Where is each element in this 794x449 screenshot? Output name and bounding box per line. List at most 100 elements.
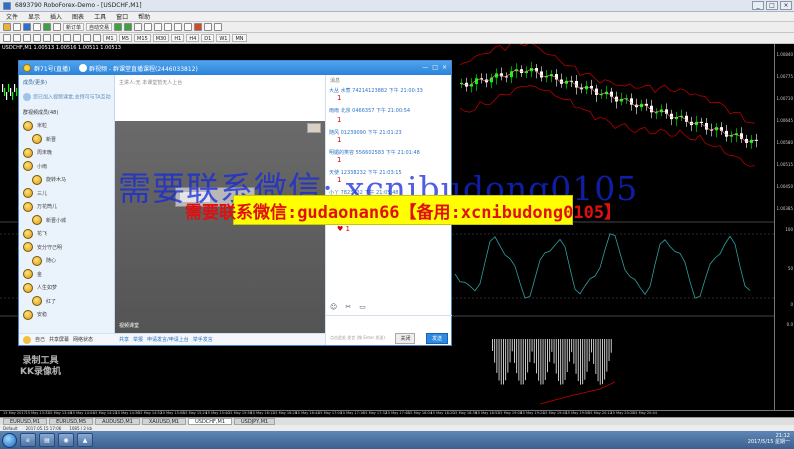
member-item[interactable]: 小雨 bbox=[23, 160, 113, 174]
menu-insert[interactable]: 插入 bbox=[50, 12, 62, 21]
member-item[interactable]: 花飞 bbox=[23, 227, 113, 241]
member-item[interactable]: 万花筒儿 bbox=[23, 200, 113, 214]
menu-charts[interactable]: 图表 bbox=[72, 12, 84, 21]
emoji-icon[interactable]: ☺ bbox=[330, 303, 337, 311]
member-item[interactable]: 红了 bbox=[23, 295, 113, 309]
indicators-icon[interactable] bbox=[194, 23, 203, 31]
message-meta[interactable]: 大丛 水煮 74214123882 下午 21:00:33 bbox=[329, 87, 449, 94]
menu-view[interactable]: 显示 bbox=[28, 12, 40, 21]
fibonacci-icon[interactable] bbox=[63, 34, 71, 42]
system-tray[interactable]: 21:12 2017/5/15 星期一 bbox=[748, 433, 790, 445]
periods-icon[interactable] bbox=[204, 23, 213, 31]
member-item[interactable]: 新晋小城 bbox=[23, 214, 113, 228]
qq-close-button[interactable]: × bbox=[442, 64, 447, 71]
chart-shift-icon[interactable] bbox=[184, 23, 193, 31]
chart-tab[interactable]: EURUSD,M1 bbox=[3, 418, 48, 425]
qq-minimize-button[interactable]: — bbox=[422, 64, 428, 71]
member-item[interactable]: 人生如梦 bbox=[23, 281, 113, 295]
period-m1[interactable]: M1 bbox=[103, 34, 117, 42]
member-item[interactable]: 三儿 bbox=[23, 187, 113, 201]
member-item[interactable]: 米粒 bbox=[23, 119, 113, 133]
member-panel-header[interactable]: 成员(更多) bbox=[23, 79, 47, 86]
start-button[interactable] bbox=[2, 432, 17, 448]
tile-icon[interactable] bbox=[164, 23, 173, 31]
bar-chart-icon[interactable] bbox=[114, 23, 123, 31]
chart-tab[interactable]: AUDUSD,M1 bbox=[95, 418, 140, 425]
trendline-icon[interactable] bbox=[43, 34, 51, 42]
horizontal-line-icon[interactable] bbox=[33, 34, 41, 42]
taskbar-qq-icon[interactable]: ◉ bbox=[58, 433, 74, 447]
qq-titlebar[interactable]: 群71号(直播) 群视频 - 群课堂直播课程(2446033812) — □ × bbox=[19, 61, 451, 75]
taskbar-ie-icon[interactable]: e bbox=[20, 433, 36, 447]
apply-speak-button[interactable]: 申请发言/申请上台 bbox=[147, 336, 189, 343]
period-mn[interactable]: MN bbox=[232, 34, 247, 42]
message-meta[interactable]: 随风 01239090 下午 21:01:23 bbox=[329, 129, 449, 136]
self-label[interactable]: 自己 bbox=[35, 336, 45, 343]
menu-file[interactable]: 文件 bbox=[6, 12, 18, 21]
qq-penguin-icon bbox=[23, 64, 31, 72]
menu-window[interactable]: 窗口 bbox=[116, 12, 128, 21]
member-item[interactable]: 金 bbox=[23, 268, 113, 282]
taskbar-folder-icon[interactable]: ▤ bbox=[39, 433, 55, 447]
crosshair-icon[interactable] bbox=[13, 34, 21, 42]
tester-icon[interactable] bbox=[53, 23, 61, 31]
menu-help[interactable]: 帮助 bbox=[138, 12, 150, 21]
channel-icon[interactable] bbox=[53, 34, 61, 42]
chat-input[interactable] bbox=[326, 315, 452, 329]
candle-chart-icon[interactable] bbox=[124, 23, 133, 31]
message-meta[interactable]: 雨雨 北京 0466357 下午 21:00:54 bbox=[329, 107, 449, 114]
qq-maximize-button[interactable]: □ bbox=[432, 64, 438, 71]
member-item[interactable]: 随心 bbox=[23, 254, 113, 268]
member-item[interactable]: 新晋 bbox=[23, 133, 113, 147]
new-chart-icon[interactable] bbox=[3, 23, 11, 31]
period-m5[interactable]: M5 bbox=[118, 34, 132, 42]
period-h1[interactable]: H1 bbox=[171, 34, 185, 42]
text-tool-icon[interactable] bbox=[73, 34, 81, 42]
cursor-icon[interactable] bbox=[3, 34, 11, 42]
vertical-line-icon[interactable] bbox=[23, 34, 31, 42]
chart-tab[interactable]: EURUSD,M5 bbox=[49, 418, 94, 425]
navigator-icon[interactable] bbox=[33, 23, 41, 31]
screenshot-icon[interactable]: ▭ bbox=[359, 303, 366, 311]
chat-close-button[interactable]: 关闭 bbox=[395, 332, 416, 344]
zoom-in-icon[interactable] bbox=[144, 23, 153, 31]
period-m15[interactable]: M15 bbox=[134, 34, 151, 42]
auto-trading-button[interactable]: 自动交易 bbox=[86, 23, 113, 31]
zoom-out-icon[interactable] bbox=[154, 23, 163, 31]
period-w1[interactable]: W1 bbox=[216, 34, 231, 42]
terminal-icon[interactable] bbox=[43, 23, 51, 31]
templates-icon[interactable] bbox=[214, 23, 223, 31]
raise-hand-button[interactable]: 举手发言 bbox=[193, 336, 213, 343]
market-watch-icon[interactable] bbox=[23, 23, 31, 31]
period-d1[interactable]: D1 bbox=[201, 34, 215, 42]
report-button[interactable]: 举报 bbox=[133, 336, 143, 343]
chart-tab-active[interactable]: USDCHF,M1 bbox=[188, 418, 233, 425]
member-item[interactable]: 周末晚 bbox=[23, 146, 113, 160]
scissors-icon[interactable]: ✂ bbox=[345, 303, 351, 311]
period-h4[interactable]: H4 bbox=[186, 34, 200, 42]
line-chart-icon[interactable] bbox=[134, 23, 143, 31]
minimize-button[interactable]: _ bbox=[752, 1, 764, 10]
video-area[interactable]: 视频课堂 bbox=[115, 121, 325, 333]
chart-tab[interactable]: USDJPY,M1 bbox=[234, 418, 276, 425]
profiles-icon[interactable] bbox=[13, 23, 21, 31]
share-screen-button[interactable]: 共享屏幕 bbox=[49, 336, 69, 343]
menu-tools[interactable]: 工具 bbox=[94, 12, 106, 21]
period-m30[interactable]: M30 bbox=[152, 34, 170, 42]
video-thumbnail[interactable] bbox=[307, 123, 321, 133]
member-item[interactable]: 安稳 bbox=[23, 308, 113, 322]
send-button[interactable]: 发送 bbox=[425, 332, 448, 344]
new-order-button[interactable]: 新订单 bbox=[63, 23, 85, 31]
taskbar-mt4-icon[interactable]: ▲ bbox=[77, 433, 93, 447]
maximize-button[interactable]: □ bbox=[766, 1, 778, 10]
message-meta[interactable]: 明媚的笑容 556602583 下午 21:01:48 bbox=[329, 149, 449, 156]
share-button[interactable]: 共享 bbox=[119, 336, 129, 343]
autoscroll-icon[interactable] bbox=[174, 23, 183, 31]
self-avatar-icon[interactable] bbox=[23, 335, 31, 344]
member-item[interactable]: 旋转木马 bbox=[23, 173, 113, 187]
close-button[interactable]: × bbox=[780, 1, 792, 10]
member-item[interactable]: 安分守己明 bbox=[23, 241, 113, 255]
label-tool-icon[interactable] bbox=[83, 34, 91, 42]
arrow-tool-icon[interactable] bbox=[93, 34, 101, 42]
chart-tab[interactable]: XAUUSD,M1 bbox=[141, 418, 187, 425]
